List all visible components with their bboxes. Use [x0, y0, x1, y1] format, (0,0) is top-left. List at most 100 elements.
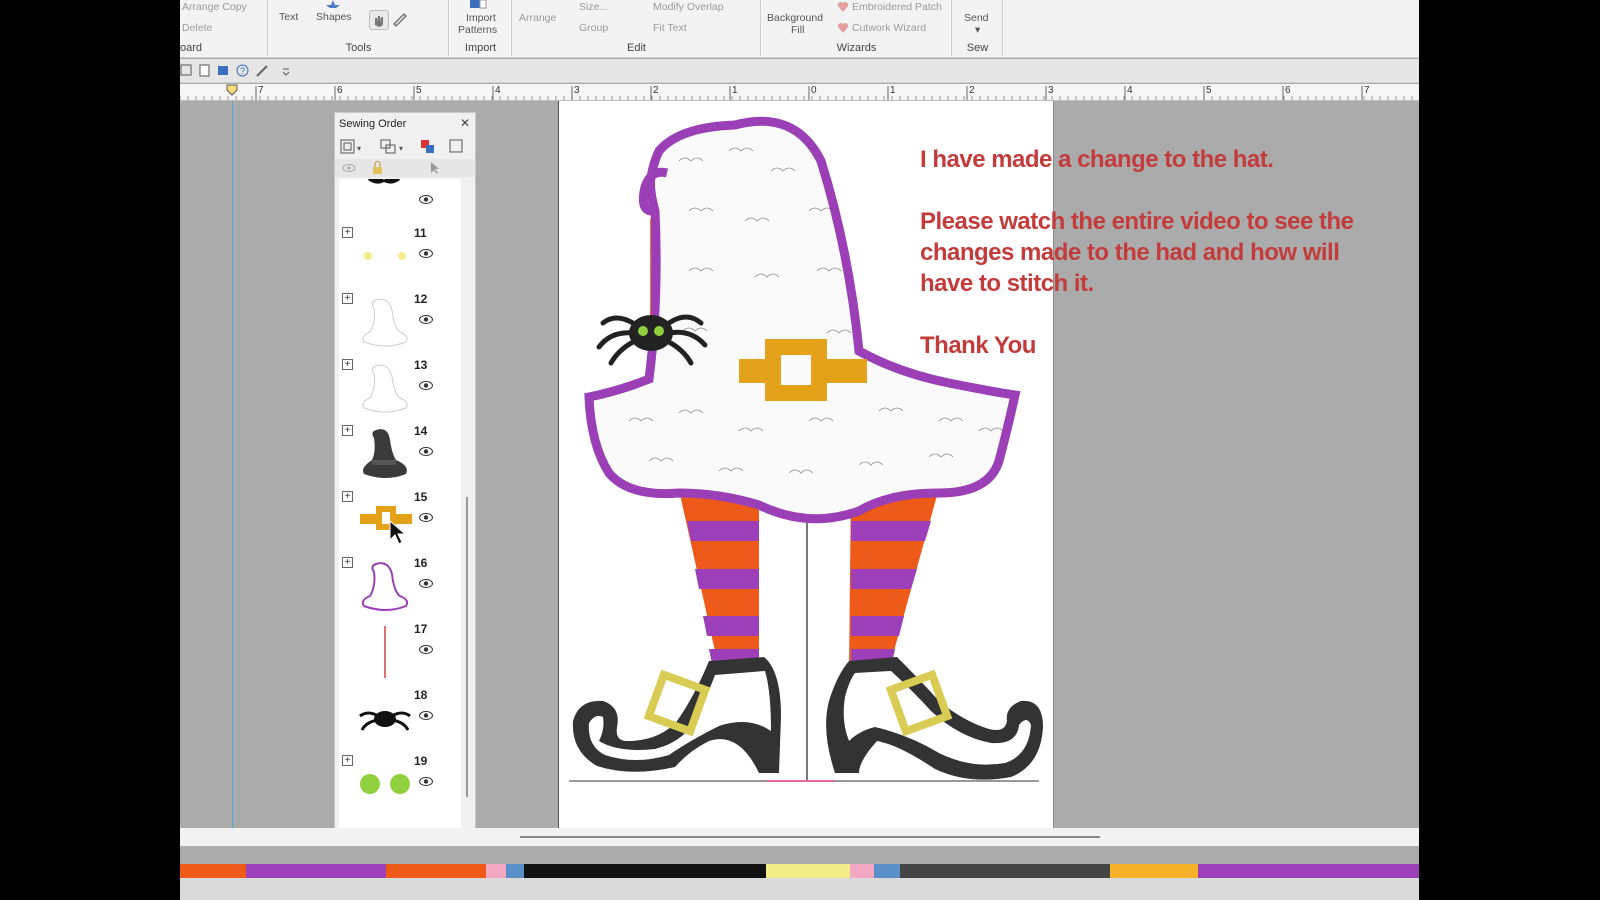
expand-icon[interactable]: +	[342, 755, 353, 766]
text-button[interactable]: Text	[273, 0, 307, 38]
sewing-order-panel: Sewing Order ✕ ▾ ▾ +11 +12 +13 +14 +15 +16 17 1…	[334, 112, 476, 842]
thread-color-swatch[interactable]	[506, 864, 524, 878]
import-patterns-button[interactable]: Import Patterns	[450, 0, 512, 40]
eye-icon[interactable]	[419, 513, 433, 522]
cutwork-icon	[837, 23, 849, 33]
thread-color-swatch[interactable]	[386, 864, 486, 878]
horizontal-scrollbar-thumb[interactable]	[520, 836, 1100, 838]
layers-icon[interactable]	[217, 64, 230, 77]
eye-icon[interactable]	[419, 711, 433, 720]
thread-color-swatch[interactable]	[246, 864, 386, 878]
size-button[interactable]: Size...	[579, 1, 608, 13]
group-objects-dropdown-icon[interactable]: ▾	[399, 144, 403, 153]
customize-dropdown-icon[interactable]	[280, 64, 293, 77]
eye-icon[interactable]	[419, 381, 433, 390]
group-button[interactable]: Group	[579, 22, 608, 34]
clipboard-group-label: oard	[180, 42, 203, 54]
thread-color-swatch[interactable]	[1198, 864, 1419, 878]
send-button[interactable]: Send ▾	[953, 0, 1003, 40]
delete-button[interactable]: Delete	[182, 22, 212, 34]
green-dots-icon	[360, 774, 410, 794]
ruler-icon	[392, 12, 408, 28]
frame-icon[interactable]	[449, 139, 463, 153]
expand-icon[interactable]: +	[342, 293, 353, 304]
expand-icon[interactable]: +	[342, 557, 353, 568]
visibility-column-icon[interactable]	[342, 164, 356, 172]
ruler-label: 4	[1127, 85, 1133, 96]
expand-icon[interactable]: +	[342, 359, 353, 370]
hat-outline-icon	[362, 298, 408, 347]
thread-color-swatch[interactable]	[1110, 864, 1198, 878]
group-objects-icon[interactable]	[380, 139, 396, 154]
hat-outline-icon	[362, 364, 408, 413]
text-button-label: Text	[279, 11, 299, 23]
wizards-group-label: Wizards	[836, 42, 877, 54]
thread-color-swatch[interactable]	[486, 864, 506, 878]
sewing-order-item[interactable]: +16	[339, 553, 461, 619]
help-icon[interactable]: ?	[236, 64, 249, 77]
sewing-order-toolbar: ▾ ▾	[335, 135, 475, 157]
expand-icon[interactable]: +	[342, 425, 353, 436]
sewing-order-item[interactable]: +12	[339, 289, 461, 355]
eye-icon[interactable]	[419, 315, 433, 324]
cutwork-wizard-button[interactable]: Cutwork Wizard	[852, 22, 926, 34]
measure-icon[interactable]	[256, 64, 269, 77]
thread-color-swatch[interactable]	[874, 864, 900, 878]
lock-column-icon[interactable]	[373, 161, 382, 175]
fit-view-dropdown-icon[interactable]: ▾	[357, 144, 361, 153]
hand-icon	[375, 16, 383, 27]
instruction-message: I have made a change to the hat. Please …	[920, 144, 1390, 392]
ruler-label: 7	[1364, 85, 1370, 96]
color-sort-icon[interactable]	[421, 140, 434, 153]
sewing-order-item[interactable]: +11	[339, 223, 461, 289]
modify-overlap-button[interactable]: Modify Overlap	[653, 1, 724, 13]
eye-icon[interactable]	[419, 447, 433, 456]
measure-tool-button[interactable]	[391, 10, 411, 30]
left-leg	[677, 481, 759, 669]
eye-icon[interactable]	[419, 777, 433, 786]
sew-group-label: Sew	[966, 42, 989, 54]
thread-color-swatch[interactable]	[766, 864, 850, 878]
close-icon[interactable]: ✕	[460, 116, 470, 130]
sewing-order-item[interactable]: 17	[339, 619, 461, 685]
arrange-copy-button[interactable]: Arrange Copy	[182, 1, 247, 13]
ruler-label: 1	[732, 85, 738, 96]
hand-tool-button[interactable]	[369, 10, 389, 30]
tools-group-label: Tools	[345, 42, 372, 54]
eye-icon[interactable]	[419, 579, 433, 588]
thread-color-swatch[interactable]	[850, 864, 874, 878]
fit-view-icon[interactable]	[340, 139, 355, 154]
thread-color-swatch[interactable]	[900, 864, 1110, 878]
sewing-order-item[interactable]: 18	[339, 685, 461, 751]
expand-icon[interactable]: +	[342, 491, 353, 502]
thread-color-swatch[interactable]	[180, 864, 246, 878]
shapes-button[interactable]: Shapes	[313, 0, 353, 38]
tools-group: Text Shapes Tools	[269, 0, 449, 56]
sewing-order-item[interactable]: +13	[339, 355, 461, 421]
ruler-label: 6	[1285, 85, 1291, 96]
eye-icon[interactable]	[419, 195, 433, 204]
eye-icon[interactable]	[419, 645, 433, 654]
sewing-order-columns	[335, 159, 475, 177]
ruler-label: 3	[574, 85, 580, 96]
cursor-column-icon[interactable]	[431, 162, 439, 174]
eye-icon[interactable]	[419, 249, 433, 258]
sewing-order-scrollbar[interactable]	[463, 179, 473, 839]
view-icon[interactable]	[180, 64, 193, 77]
sewing-order-item[interactable]: +19	[339, 751, 461, 817]
embroidered-patch-button[interactable]: Embroidered Patch	[852, 1, 942, 13]
purple-hat-outline-icon	[361, 562, 409, 611]
sewing-order-item[interactable]: +14	[339, 421, 461, 487]
page-icon[interactable]	[198, 64, 211, 77]
arrange-button[interactable]: Arrange	[519, 12, 556, 24]
ruler-label: 2	[653, 85, 659, 96]
sewing-order-number: 11	[414, 226, 427, 240]
scrollbar-thumb[interactable]	[466, 497, 468, 797]
right-boot	[826, 657, 1043, 780]
expand-icon[interactable]: +	[342, 227, 353, 238]
background-fill-button[interactable]: Background Fill	[762, 0, 832, 40]
thread-color-swatch[interactable]	[524, 864, 766, 878]
send-button-label: Send	[964, 12, 989, 24]
horizontal-scrollbar[interactable]	[180, 828, 1419, 846]
fit-text-button[interactable]: Fit Text	[653, 22, 687, 34]
